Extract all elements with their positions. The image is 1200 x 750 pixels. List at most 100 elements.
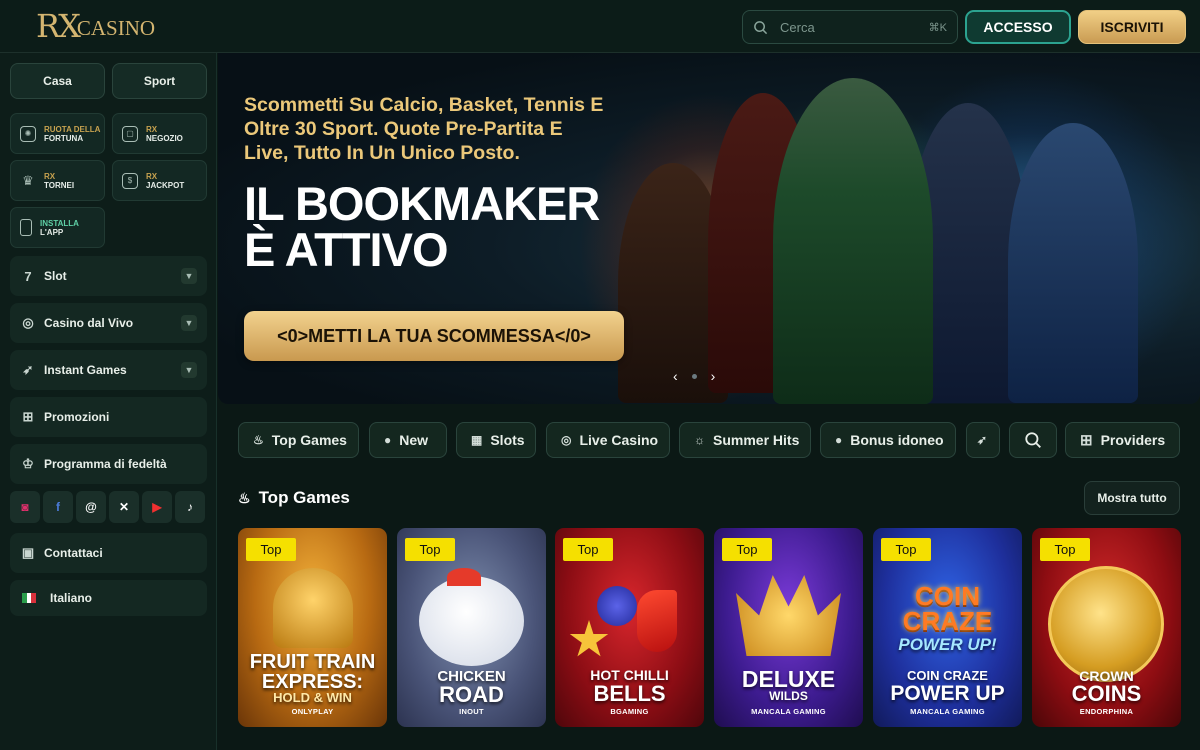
tile-line2: L'APP bbox=[40, 227, 64, 237]
tile-line2: FORTUNA bbox=[44, 133, 84, 143]
game-card[interactable]: Top CROWN COINS ENDORPHINA bbox=[1032, 528, 1181, 727]
trophy-icon: ♛ bbox=[22, 172, 34, 188]
toggle-sport[interactable]: Sport bbox=[112, 63, 207, 99]
game-provider: BGAMING bbox=[610, 707, 649, 716]
new-icon: ● bbox=[384, 433, 392, 447]
youtube-icon[interactable]: ▶ bbox=[142, 491, 172, 523]
tile-line1: RX bbox=[146, 124, 158, 134]
category-search-button[interactable] bbox=[1009, 422, 1057, 458]
nav-contact[interactable]: ▣ Contattaci bbox=[10, 533, 207, 573]
game-card[interactable]: COIN CRAZE POWER UP! Top COIN CRAZE POWE… bbox=[873, 528, 1022, 727]
hero-banner[interactable]: Scommetti Su Calcio, Basket, Tennis E Ol… bbox=[218, 53, 1200, 404]
logo-word: CASINO bbox=[76, 16, 156, 40]
threads-icon[interactable]: @ bbox=[76, 491, 106, 523]
nav-slot[interactable]: 7 Slot ▼ bbox=[10, 256, 207, 296]
section-title-text: Top Games bbox=[258, 488, 350, 507]
tab-bonus-eligible[interactable]: ● Bonus idoneo bbox=[820, 422, 956, 458]
tile-jackpot[interactable]: $ RX JACKPOT bbox=[112, 160, 207, 201]
game-title-line2: POWER UP bbox=[890, 682, 1005, 705]
top-header: RX CASINO ⌘K ACCESSO ISCRIVITI bbox=[0, 0, 1200, 53]
sidebar: Casa Sport ✺ RUOTA DELLA FORTUNA ▢ RX NEGO… bbox=[0, 53, 217, 750]
chip-icon: ◎ bbox=[22, 315, 34, 330]
nav-label: Slot bbox=[44, 269, 67, 283]
providers-button[interactable]: ⊞ Providers bbox=[1065, 422, 1180, 458]
hero-title-line1: IL BOOKMAKER bbox=[244, 177, 600, 230]
tile-install-app[interactable]: INSTALLA L'APP bbox=[10, 207, 105, 248]
search-box[interactable]: ⌘K bbox=[742, 10, 958, 44]
tile-line1: INSTALLA bbox=[40, 218, 79, 228]
fire-icon: ♨ bbox=[238, 489, 251, 506]
game-art-logo: POWER UP! bbox=[898, 635, 997, 654]
tab-summer-hits[interactable]: ☼ Summer Hits bbox=[679, 422, 811, 458]
login-button[interactable]: ACCESSO bbox=[965, 10, 1071, 44]
crown-icon: ♔ bbox=[22, 456, 34, 471]
language-selector[interactable]: Italiano bbox=[10, 580, 207, 616]
show-all-button[interactable]: Mostra tutto bbox=[1084, 481, 1180, 515]
tile-tournaments[interactable]: ♛ RX TORNEI bbox=[10, 160, 105, 201]
sun-icon: ☼ bbox=[694, 433, 705, 447]
tab-label: Top Games bbox=[271, 432, 347, 448]
tab-label: Bonus idoneo bbox=[850, 432, 944, 448]
game-title-line2: BELLS bbox=[593, 681, 666, 706]
tile-shop[interactable]: ▢ RX NEGOZIO bbox=[112, 113, 207, 154]
game-provider: MANCALA GAMING bbox=[751, 707, 826, 716]
fire-icon: ♨ bbox=[253, 433, 264, 447]
chevron-down-icon[interactable]: ▼ bbox=[181, 362, 197, 378]
game-card[interactable]: Top HOT CHILLI BELLS BGAMING bbox=[555, 528, 704, 727]
nav-label: Programma di fedeltà bbox=[44, 457, 167, 471]
carousel-dot[interactable] bbox=[691, 373, 697, 379]
nav-label: Instant Games bbox=[44, 363, 127, 377]
chevron-down-icon[interactable]: ▼ bbox=[181, 268, 197, 284]
tile-line1: RUOTA DELLA bbox=[44, 124, 101, 134]
game-card[interactable]: Top FRUIT TRAIN EXPRESS: HOLD & WIN ONLY… bbox=[238, 528, 387, 727]
logo[interactable]: RX CASINO bbox=[36, 6, 155, 46]
tile-line2: JACKPOT bbox=[146, 180, 185, 190]
search-icon bbox=[754, 20, 768, 34]
logo-mark: RX bbox=[36, 7, 81, 45]
tile-line1: RX bbox=[146, 171, 158, 181]
player-figure-center bbox=[773, 78, 933, 404]
chevron-left-icon[interactable]: ‹ bbox=[673, 368, 678, 384]
toggle-casa[interactable]: Casa bbox=[10, 63, 105, 99]
game-title-line1: DELUXE bbox=[741, 666, 836, 692]
tiktok-icon[interactable]: ♪ bbox=[175, 491, 205, 523]
game-title-line2: EXPRESS: bbox=[261, 671, 364, 693]
signup-button[interactable]: ISCRIVITI bbox=[1078, 10, 1186, 44]
rocket-icon: ➶ bbox=[977, 433, 988, 447]
chevron-right-icon[interactable]: › bbox=[711, 368, 716, 384]
top-badge: Top bbox=[405, 538, 455, 561]
game-card[interactable]: Top CHICKEN ROAD INOUT bbox=[397, 528, 546, 727]
game-card[interactable]: Top DELUXE WILDS MANCALA GAMING bbox=[714, 528, 863, 727]
tab-new[interactable]: ● New bbox=[369, 422, 447, 458]
tab-instant-partial[interactable]: ➶ bbox=[966, 422, 1000, 458]
nav-loyalty[interactable]: ♔ Programma di fedeltà bbox=[10, 444, 207, 484]
x-icon[interactable]: ✕ bbox=[109, 491, 139, 523]
chip-icon: ◎ bbox=[561, 433, 572, 447]
top-badge: Top bbox=[1040, 538, 1090, 561]
facebook-icon[interactable]: f bbox=[43, 491, 73, 523]
search-input[interactable] bbox=[780, 19, 929, 35]
tab-top-games[interactable]: ♨ Top Games bbox=[238, 422, 359, 458]
tile-wheel-of-fortune[interactable]: ✺ RUOTA DELLA FORTUNA bbox=[10, 113, 105, 154]
tab-slots[interactable]: ▦ Slots bbox=[456, 422, 536, 458]
tile-line1: RX bbox=[44, 171, 56, 181]
seven-icon: 7 bbox=[24, 268, 32, 284]
section-title: ♨ Top Games bbox=[238, 488, 350, 508]
carousel-controls: ‹ › bbox=[673, 368, 715, 384]
nav-instant-games[interactable]: ➶ Instant Games ▼ bbox=[10, 350, 207, 390]
chevron-down-icon[interactable]: ▼ bbox=[181, 315, 197, 331]
nav-live-casino[interactable]: ◎ Casino dal Vivo ▼ bbox=[10, 303, 207, 343]
game-title-line1: HOT CHILLI bbox=[590, 667, 669, 683]
game-art bbox=[419, 576, 524, 666]
top-badge: Top bbox=[881, 538, 931, 561]
game-art bbox=[597, 586, 637, 626]
tab-live-casino[interactable]: ◎ Live Casino bbox=[546, 422, 670, 458]
rocket-icon: ➶ bbox=[22, 362, 34, 377]
game-title-line2: ROAD bbox=[439, 682, 504, 707]
game-art bbox=[736, 575, 841, 656]
game-art bbox=[447, 568, 481, 586]
place-bet-button[interactable]: <0>METTI LA TUA SCOMMESSA</0> bbox=[244, 311, 624, 361]
nav-promotions[interactable]: ⊞ Promozioni bbox=[10, 397, 207, 437]
instagram-icon[interactable]: ◙ bbox=[10, 491, 40, 523]
gift-icon: ⊞ bbox=[22, 409, 34, 424]
